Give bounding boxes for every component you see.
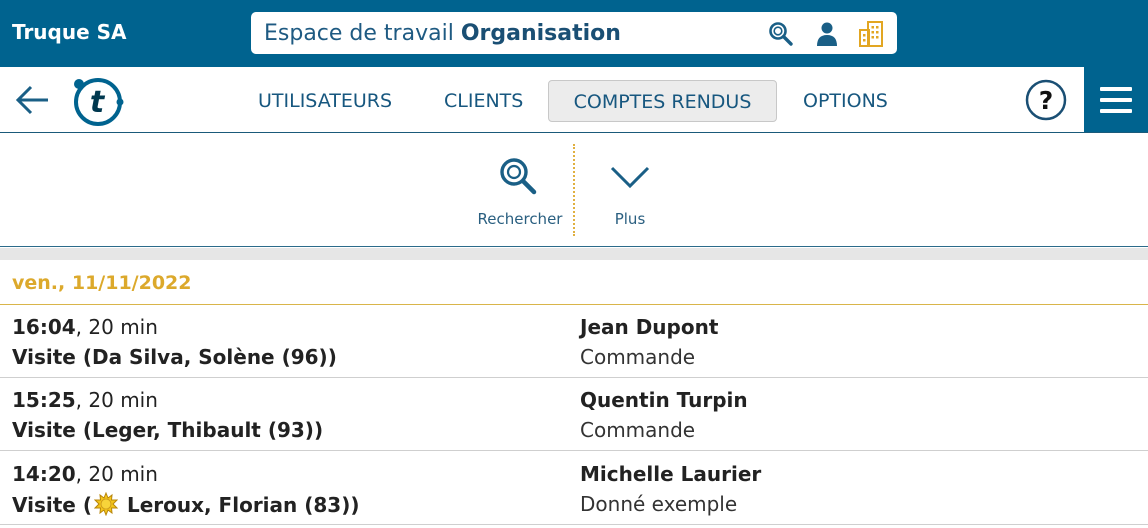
menu-bar-icon [1100, 87, 1132, 91]
tab-clients[interactable]: CLIENTS [444, 80, 523, 122]
search-label: Rechercher [477, 210, 563, 228]
more-label: Plus [614, 210, 646, 228]
top-bar: Truque SA Espace de travail Organisation [0, 0, 1148, 67]
visit-prefix: Visite ( [12, 418, 92, 442]
report-subject: Commande [580, 345, 696, 369]
chevron-down-icon [610, 166, 650, 189]
building-icon[interactable] [857, 20, 885, 48]
time-value: 16:04 [12, 315, 76, 339]
contact-name: Jean Dupont [580, 315, 719, 339]
visit-info: Visite ( Leroux, Florian (83)) [12, 492, 360, 517]
separator-strip [0, 248, 1148, 260]
contact-name: Michelle Laurier [580, 462, 762, 486]
svg-text:t: t [90, 85, 106, 120]
tab-reports[interactable]: COMPTES RENDUS [548, 80, 777, 122]
workspace-selector[interactable]: Espace de travail Organisation [251, 12, 897, 54]
report-row[interactable]: 16:04, 20 min Visite (Da Silva, Solène (… [0, 305, 1148, 378]
back-arrow-icon[interactable] [12, 82, 52, 118]
search-icon [500, 158, 537, 195]
duration-value: , 20 min [75, 315, 158, 339]
search-button[interactable]: Rechercher [470, 134, 570, 246]
sun-icon [93, 492, 118, 516]
contact-name: Quentin Turpin [580, 388, 748, 412]
date-label: ven., 11/11/2022 [12, 272, 192, 294]
visit-prefix: Visite ( [12, 493, 92, 517]
date-group-header: ven., 11/11/2022 [0, 260, 1148, 305]
toolbar: Rechercher Plus [0, 134, 1148, 247]
report-time: 14:20, 20 min [12, 462, 158, 486]
search-icon[interactable] [767, 20, 795, 48]
duration-value: , 20 min [75, 388, 158, 412]
visit-info: Visite (Da Silva, Solène (96)) [12, 345, 337, 369]
visit-detail: Leger, Thibault (93)) [91, 418, 324, 442]
main-nav: t UTILISATEURS CLIENTS COMPTES RENDUS OP… [0, 67, 1148, 133]
report-time: 16:04, 20 min [12, 315, 158, 339]
time-value: 15:25 [12, 388, 76, 412]
app-logo: t [74, 78, 124, 126]
toolbar-divider [573, 144, 575, 236]
menu-button[interactable] [1084, 67, 1148, 132]
duration-value: , 20 min [75, 462, 158, 486]
report-time: 15:25, 20 min [12, 388, 158, 412]
help-icon[interactable]: ? [1025, 79, 1067, 121]
report-subject: Donné exemple [580, 492, 738, 516]
tab-options[interactable]: OPTIONS [803, 80, 888, 122]
visit-info: Visite (Leger, Thibault (93)) [12, 418, 323, 442]
report-row[interactable]: 15:25, 20 min Visite (Leger, Thibault (9… [0, 378, 1148, 451]
menu-bar-icon [1100, 109, 1132, 113]
help-label: ? [1039, 86, 1054, 115]
report-subject: Commande [580, 418, 696, 442]
user-icon[interactable] [813, 20, 841, 48]
visit-prefix: Visite ( [12, 345, 92, 369]
visit-detail: Da Silva, Solène (96)) [91, 345, 337, 369]
workspace-title: Espace de travail Organisation [264, 21, 621, 46]
company-name: Truque SA [12, 20, 127, 44]
more-button[interactable]: Plus [585, 134, 675, 246]
menu-bar-icon [1100, 98, 1132, 102]
report-row[interactable]: 14:20, 20 min Visite ( Leroux, Florian (… [0, 452, 1148, 525]
time-value: 14:20 [12, 462, 76, 486]
workspace-prefix: Espace de travail [264, 21, 454, 46]
tab-users[interactable]: UTILISATEURS [258, 80, 392, 122]
workspace-name: Organisation [460, 21, 621, 46]
visit-detail: Leroux, Florian (83)) [119, 493, 360, 517]
